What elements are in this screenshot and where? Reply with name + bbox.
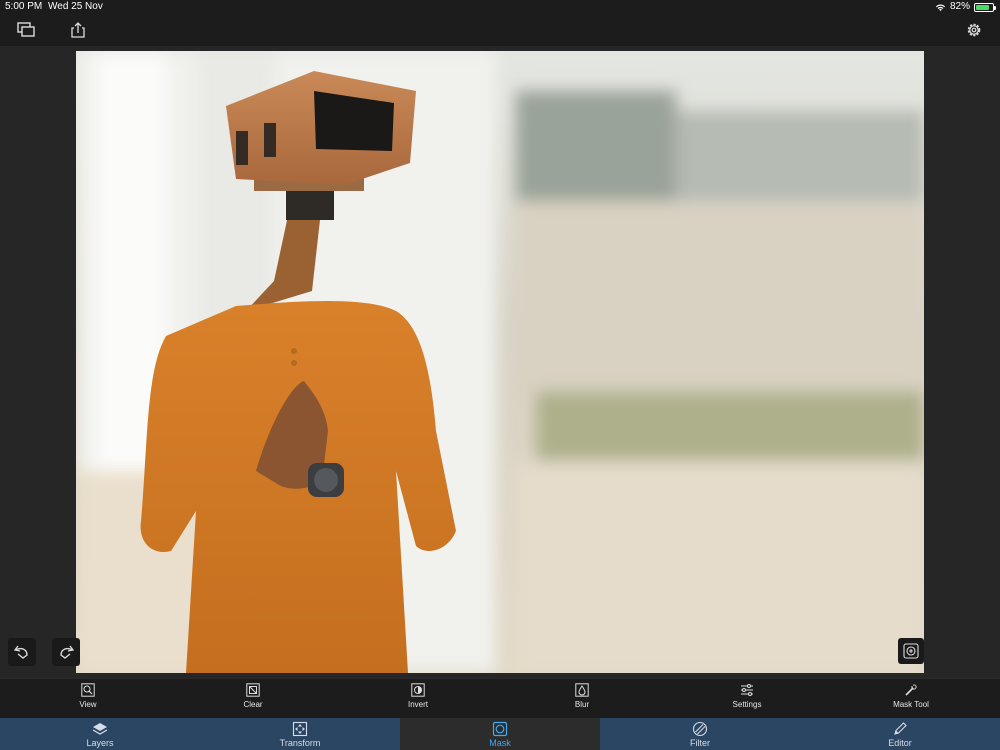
mask-icon [492, 721, 508, 736]
blur-tool-button[interactable]: Blur [542, 683, 622, 717]
battery-percent: 82% [949, 1, 970, 12]
bottom-tab-bar: Layers Transform Mask Filter Editor [0, 718, 1000, 750]
mask-tool-button[interactable]: Mask Tool [871, 683, 951, 717]
tab-editor[interactable]: Editor [800, 718, 1000, 750]
battery-charging-icon [974, 2, 996, 12]
status-date: Wed 25 Nov [48, 1, 103, 12]
zoom-in-icon [903, 643, 919, 659]
share-button[interactable] [66, 18, 90, 42]
redo-button[interactable] [52, 638, 80, 666]
tab-transform[interactable]: Transform [200, 718, 400, 750]
settings-tool-button[interactable]: Settings [707, 683, 787, 717]
battery-cap [994, 5, 996, 10]
invert-tool-label: Invert [407, 700, 428, 709]
invert-icon [411, 683, 425, 697]
tab-filter-label: Filter [690, 737, 710, 748]
view-tool-label: View [79, 700, 97, 709]
status-bar: 5:00 PM Wed 25 Nov 82% [0, 0, 1000, 14]
tab-editor-label: Editor [888, 737, 912, 748]
filter-icon [692, 721, 708, 736]
tab-mask-label: Mask [489, 737, 511, 748]
mask-tool-label: Mask Tool [893, 700, 929, 709]
pencil-icon [894, 721, 907, 735]
edited-photo[interactable] [76, 51, 924, 673]
clear-icon [246, 683, 260, 697]
mask-toolbar: View Clear Invert Blur Settings Mask Too… [0, 678, 1000, 718]
settings-button[interactable] [962, 18, 986, 42]
settings-tool-label: Settings [732, 700, 762, 709]
blur-tool-label: Blur [574, 700, 590, 709]
clear-tool-label: Clear [243, 700, 263, 709]
view-tool-button[interactable]: View [48, 683, 128, 717]
view-zoom-icon [81, 683, 95, 697]
wifi-icon [935, 4, 945, 11]
undo-icon [13, 645, 28, 659]
zoom-in-button[interactable] [898, 638, 924, 664]
layers-icon [92, 722, 108, 735]
layers-stack-button[interactable] [14, 18, 38, 42]
top-toolbar [0, 14, 1000, 46]
blur-drop-icon [575, 683, 589, 697]
canvas-area[interactable] [0, 46, 1000, 678]
sliders-icon [741, 684, 753, 696]
undo-button[interactable] [8, 638, 36, 666]
status-time: 5:00 PM [5, 1, 43, 12]
tab-layers-label: Layers [86, 737, 114, 748]
redo-icon [60, 645, 75, 659]
invert-tool-button[interactable]: Invert [378, 683, 458, 717]
tab-layers[interactable]: Layers [0, 718, 200, 750]
tab-transform-label: Transform [279, 737, 321, 748]
tab-filter[interactable]: Filter [600, 718, 800, 750]
battery-fill [976, 4, 990, 10]
status-indicators: 82% [935, 0, 996, 14]
transform-icon [292, 721, 308, 736]
photo-illustration [76, 51, 924, 673]
tab-mask[interactable]: Mask [400, 718, 600, 750]
share-icon [71, 22, 85, 38]
clear-tool-button[interactable]: Clear [213, 683, 293, 717]
gear-icon [967, 23, 981, 37]
magic-wand-icon [905, 684, 917, 696]
layers-stack-icon [17, 22, 35, 37]
